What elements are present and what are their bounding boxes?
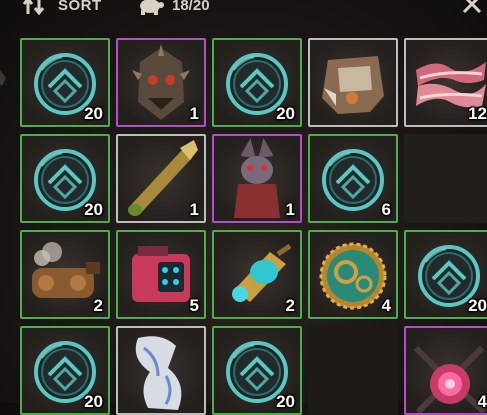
inventory-slot-armor-chestplate[interactable] xyxy=(308,38,398,127)
inventory-slot-cloth-scrap[interactable] xyxy=(116,326,206,415)
inventory-slot-steam-engine[interactable]: 2 xyxy=(20,230,110,319)
turtle-icon xyxy=(140,0,164,15)
inventory-slot-pink-orb-flower[interactable]: 4 xyxy=(404,326,487,415)
item-quantity: 1 xyxy=(285,200,295,219)
inventory-slot-coin[interactable]: 20 xyxy=(20,134,110,223)
sort-label[interactable]: SORT xyxy=(58,0,102,14)
armor-chestplate-icon xyxy=(322,56,384,114)
inventory-slot-spiked-mask[interactable]: 1 xyxy=(116,38,206,127)
inventory-slot-coin[interactable]: 20 xyxy=(212,38,302,127)
item-quantity: 20 xyxy=(276,392,295,411)
item-quantity: 12 xyxy=(468,104,487,123)
inventory-slot-rat-bust[interactable]: 1 xyxy=(212,134,302,223)
item-quantity: 20 xyxy=(84,200,103,219)
inventory-slot-glowing-canister[interactable]: 2 xyxy=(212,230,302,319)
item-quantity: 1 xyxy=(189,200,199,219)
panel-edge-ornament xyxy=(0,70,6,86)
inventory-slot-coin[interactable]: 20 xyxy=(20,326,110,415)
item-quantity: 4 xyxy=(381,296,391,315)
inventory-slot-coin[interactable]: 6 xyxy=(308,134,398,223)
item-quantity: 20 xyxy=(468,296,487,315)
inventory-toolbar: SORT 18/20 xyxy=(0,0,487,22)
item-quantity: 1 xyxy=(189,104,199,123)
item-quantity: 6 xyxy=(381,200,391,219)
cloth-scrap-icon xyxy=(135,336,182,410)
sort-arrows-icon xyxy=(22,0,45,16)
inventory-slot-brass-cartridge[interactable]: 1 xyxy=(116,134,206,223)
item-quantity: 2 xyxy=(285,296,295,315)
inventory-slot-bacon[interactable]: 12 xyxy=(404,38,487,127)
inventory-slot-coin[interactable]: 20 xyxy=(20,38,110,127)
close-icon[interactable] xyxy=(460,0,484,16)
capacity-counter: 18/20 xyxy=(172,0,210,14)
item-quantity: 20 xyxy=(84,392,103,411)
item-quantity: 5 xyxy=(189,296,199,315)
inventory-slot-empty[interactable] xyxy=(308,326,398,415)
item-quantity: 20 xyxy=(84,104,103,123)
item-quantity: 2 xyxy=(93,296,103,315)
inventory-slot-empty[interactable] xyxy=(404,134,487,223)
inventory-slot-coin[interactable]: 20 xyxy=(404,230,487,319)
item-quantity: 4 xyxy=(477,392,487,411)
inventory-slot-gear-clockwork[interactable]: 4 xyxy=(308,230,398,319)
inventory-slot-battery-box[interactable]: 5 xyxy=(116,230,206,319)
inventory-slot-coin[interactable]: 20 xyxy=(212,326,302,415)
pink-orb-flower-icon xyxy=(413,345,487,413)
item-quantity: 20 xyxy=(276,104,295,123)
